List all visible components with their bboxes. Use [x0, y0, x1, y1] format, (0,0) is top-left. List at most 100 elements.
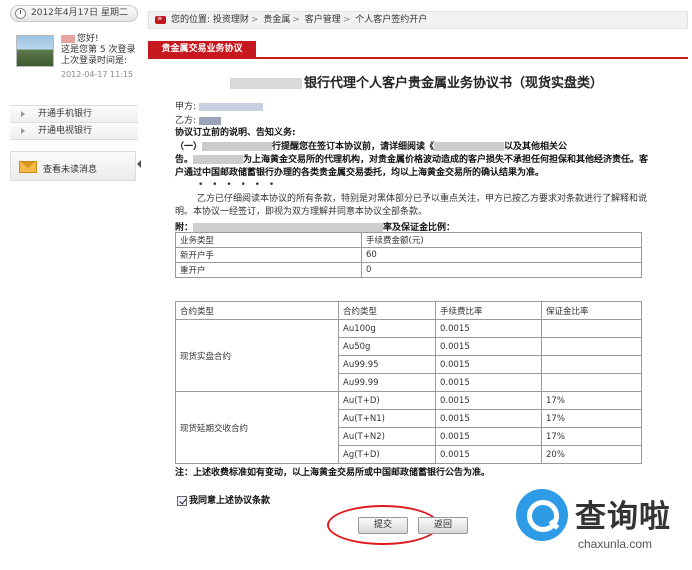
notice-paragraph-2: 乙方已仔细阅读本协议的所有条款，特别是对黑体部分已予以重点关注，甲方已按乙方要求… — [175, 193, 655, 219]
watermark-text: 查询啦 — [575, 499, 671, 535]
table-cell: 60 — [361, 247, 642, 263]
table-header-row: 合约类型 合约类型 手续费比率 保证金比率 — [175, 301, 642, 320]
notice-1-part: 告。 — [175, 155, 194, 165]
table-header-cell: 保证金比率 — [541, 301, 642, 320]
notice-1-part: （一） — [175, 142, 203, 152]
breadcrumb-item: 投资理财 — [212, 15, 249, 25]
table-cell: 0.0015 — [435, 409, 542, 428]
table-row: 现货实盘合约 Au100g 0.0015 — [175, 319, 642, 392]
table-cell: Ag(T+D) — [338, 445, 436, 464]
breadcrumb-separator: > — [250, 15, 259, 25]
table-cell: Au50g — [338, 337, 436, 356]
table-cell: 20% — [541, 445, 642, 464]
party-b-label: 乙方: — [175, 116, 197, 126]
table-cell: 17% — [541, 427, 642, 446]
table-cell: 0.0015 — [435, 391, 542, 410]
redacted-text — [434, 142, 505, 151]
user-greeting: 您好! — [77, 34, 99, 44]
table-row: 新开户手 60 — [175, 247, 642, 263]
agree-label[interactable]: 我同意上述协议条款 — [189, 496, 270, 506]
watermark: 查询啦 chaxunla.com — [512, 487, 688, 565]
table-cell: 0.0015 — [435, 445, 542, 464]
fee-footnote: 注：上述收费标准如有变动，以上海黄金交易所或中国邮政储蓄银行公告为准。 — [175, 468, 491, 478]
document-title-text: 银行代理个人客户贵金属业务协议书（现货实盘类） — [304, 76, 604, 91]
fee-table: 业务类型 手续费金额(元) 新开户手 60 重开户 0 — [175, 232, 642, 278]
document-title: 银行代理个人客户贵金属业务协议书（现货实盘类） — [230, 72, 603, 91]
sidebar-item-label: 开通电视银行 — [38, 126, 93, 136]
current-date: 2012年4月17日 星期二 — [31, 8, 128, 18]
table-group-cell: 现货实盘合约 — [175, 319, 339, 392]
side-menu: 开通手机银行 开通电视银行 — [10, 105, 138, 140]
breadcrumb-item: 个人客户签约开户 — [355, 15, 428, 25]
table-cell: Au(T+N1) — [338, 409, 436, 428]
table-row: 现货延期交收合约 Au(T+D) 0.0015 17% — [175, 391, 642, 464]
table-header-row: 业务类型 手续费金额(元) — [175, 232, 642, 248]
party-a-redacted — [198, 102, 263, 111]
user-info-panel: 您好! 这是您第 5 次登录 上次登录时间是: 2012-04-17 11:15 — [10, 27, 138, 87]
avatar — [16, 35, 54, 67]
sidebar-item-mobile-banking[interactable]: 开通手机银行 — [10, 106, 138, 123]
redacted-text — [193, 155, 244, 164]
table-cell: 0.0015 — [435, 427, 542, 446]
user-info-text: 您好! 这是您第 5 次登录 上次登录时间是: 2012-04-17 11:15 — [61, 34, 135, 80]
redacted-text — [193, 223, 384, 232]
collapse-sidebar-toggle[interactable] — [137, 152, 143, 176]
location-icon — [155, 11, 166, 27]
user-name-redacted — [61, 34, 75, 43]
table-cell: 0.0015 — [435, 319, 542, 338]
login-count: 这是您第 5 次登录 — [61, 45, 136, 55]
table-cell: 新开户手 — [175, 247, 362, 263]
table-group-cell: 现货延期交收合约 — [175, 391, 339, 464]
breadcrumb-separator: > — [342, 15, 351, 25]
last-login-time: 2012-04-17 11:15 — [61, 70, 134, 79]
table-header-cell: 合约类型 — [338, 301, 436, 320]
breadcrumb-item: 贵金属 — [263, 15, 291, 25]
breadcrumb-item: 客户管理 — [304, 15, 341, 25]
watermark-url: chaxunla.com — [578, 537, 653, 551]
unread-messages-label: 查看未读消息 — [43, 165, 98, 175]
tab-precious-metal-agreement[interactable]: 贵金属交易业务协议 — [148, 41, 256, 58]
back-button[interactable]: 返回 — [418, 517, 468, 534]
agree-checkbox[interactable] — [177, 495, 187, 506]
sidebar-item-tv-banking[interactable]: 开通电视银行 — [10, 123, 138, 140]
table-cell: 17% — [541, 391, 642, 410]
arrow-right-icon — [21, 128, 25, 134]
left-sidebar: 2012年4月17日 星期二 您好! 这是您第 5 次登录 上次登录时间是: 2… — [0, 0, 142, 570]
rate-table: 合约类型 合约类型 手续费比率 保证金比率 现货实盘合约 Au100g 0.00… — [175, 301, 642, 464]
date-bar: 2012年4月17日 星期二 — [10, 5, 138, 22]
table-header-cell: 手续费金额(元) — [361, 232, 642, 248]
bullet-dots: • • • • • • — [198, 180, 278, 190]
arrow-right-icon — [21, 111, 25, 117]
clock-icon — [15, 8, 26, 19]
table-cell — [541, 319, 642, 338]
party-a: 甲方: — [175, 99, 263, 112]
redacted-bank-name — [230, 78, 302, 89]
table-cell: 0 — [361, 262, 642, 278]
agree-terms: 我同意上述协议条款 — [177, 493, 270, 506]
breadcrumb: 您的位置: 投资理财> 贵金属> 客户管理> 个人客户签约开户 — [148, 11, 688, 29]
table-cell — [541, 373, 642, 392]
submit-button[interactable]: 提交 — [358, 517, 408, 534]
table-cell: Au(T+D) — [338, 391, 436, 410]
table-header-cell: 手续费比率 — [435, 301, 542, 320]
table-cell: 0.0015 — [435, 373, 542, 392]
table-cell: 17% — [541, 409, 642, 428]
last-login-label: 上次登录时间是: — [61, 56, 128, 66]
unread-messages-button[interactable]: 查看未读消息 — [10, 151, 136, 181]
table-cell: Au99.99 — [338, 373, 436, 392]
table-cell — [541, 337, 642, 356]
breadcrumb-separator: > — [292, 15, 300, 25]
tab-underline — [148, 57, 688, 59]
table-cell: 0.0015 — [435, 355, 542, 374]
notice-1-part: 行提醒您在签订本协议前，请详细阅读《 — [272, 142, 435, 152]
notice-heading: 协议订立前的说明、告知义务: — [175, 128, 296, 138]
table-cell: Au(T+N2) — [338, 427, 436, 446]
party-b: 乙方: — [175, 113, 221, 126]
party-b-redacted — [198, 116, 221, 125]
envelope-icon — [19, 161, 37, 173]
notice-paragraph-1: （一） 行提醒您在签订本协议前，请详细阅读《 以及其他相关公 告。 为上海黄金交易所的… — [175, 141, 655, 180]
breadcrumb-prefix: 您的位置: — [171, 15, 211, 25]
table-cell — [541, 355, 642, 374]
table-header-cell: 合约类型 — [175, 301, 339, 320]
party-a-label: 甲方: — [175, 102, 197, 112]
